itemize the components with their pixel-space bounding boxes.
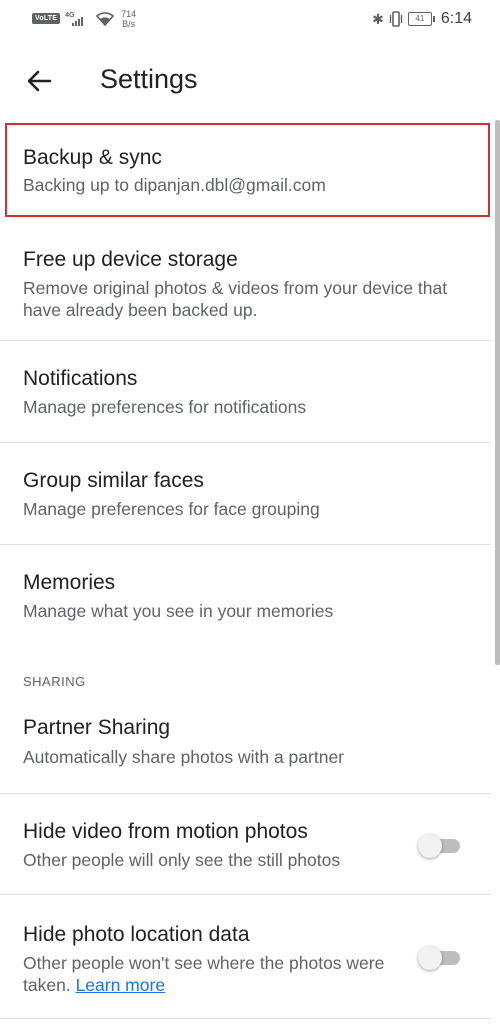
network-speed-unit: B/s (122, 19, 136, 29)
item-title: Memories (23, 571, 116, 594)
toggle-thumb (418, 834, 442, 858)
item-title: Notifications (23, 367, 138, 390)
back-arrow-icon[interactable] (24, 66, 54, 96)
hide-video-toggle[interactable] (418, 834, 464, 858)
status-bar: VoLTE 4G 714 B/s ✱ 41 6:14 (0, 0, 500, 44)
wifi-icon (96, 12, 115, 26)
item-title: Hide video from motion photos (23, 820, 308, 843)
item-subtitle: Manage preferences for face grouping (23, 499, 320, 519)
settings-item-notifications[interactable]: Notifications Manage preferences for not… (0, 341, 491, 442)
item-subtitle: Other people won't see where the photos … (23, 952, 403, 996)
learn-more-link[interactable]: Learn more (76, 975, 166, 995)
item-title: Partner Sharing (23, 716, 171, 739)
volte-badge: VoLTE (32, 13, 61, 24)
item-subtitle: Manage what you see in your memories (23, 601, 334, 621)
item-title: Group similar faces (23, 469, 204, 492)
item-subtitle: Remove original photos & videos from you… (23, 278, 448, 320)
settings-item-free-up-storage[interactable]: Free up device storage Remove original p… (0, 222, 491, 340)
bluetooth-icon: ✱ (372, 11, 384, 27)
toggle-thumb (418, 946, 442, 970)
item-title: Hide photo location data (23, 923, 250, 946)
cellular-signal-icon: 4G (65, 9, 91, 29)
highlight-box (5, 123, 490, 217)
item-subtitle: Other people will only see the still pho… (23, 850, 341, 870)
settings-item-group-faces[interactable]: Group similar faces Manage preferences f… (0, 443, 491, 544)
page-title: Settings (100, 64, 198, 94)
network-speed: 714 B/s (121, 9, 136, 29)
item-title: Free up device storage (23, 248, 238, 271)
clock: 6:14 (440, 10, 472, 27)
hide-location-toggle[interactable] (418, 946, 464, 970)
divider (0, 1018, 491, 1019)
scrollbar[interactable] (495, 120, 500, 665)
settings-item-partner-sharing[interactable]: Partner Sharing Automatically share phot… (0, 692, 491, 792)
item-subtitle: Manage preferences for notifications (23, 397, 307, 417)
battery-icon: 41 (407, 12, 435, 26)
app-bar: Settings (0, 44, 500, 118)
item-subtitle: Automatically share photos with a partne… (23, 747, 344, 767)
settings-item-memories[interactable]: Memories Manage what you see in your mem… (0, 545, 491, 645)
vibrate-icon (389, 11, 403, 27)
network-speed-value: 714 (121, 9, 137, 19)
section-header-sharing: SHARING (23, 674, 86, 689)
